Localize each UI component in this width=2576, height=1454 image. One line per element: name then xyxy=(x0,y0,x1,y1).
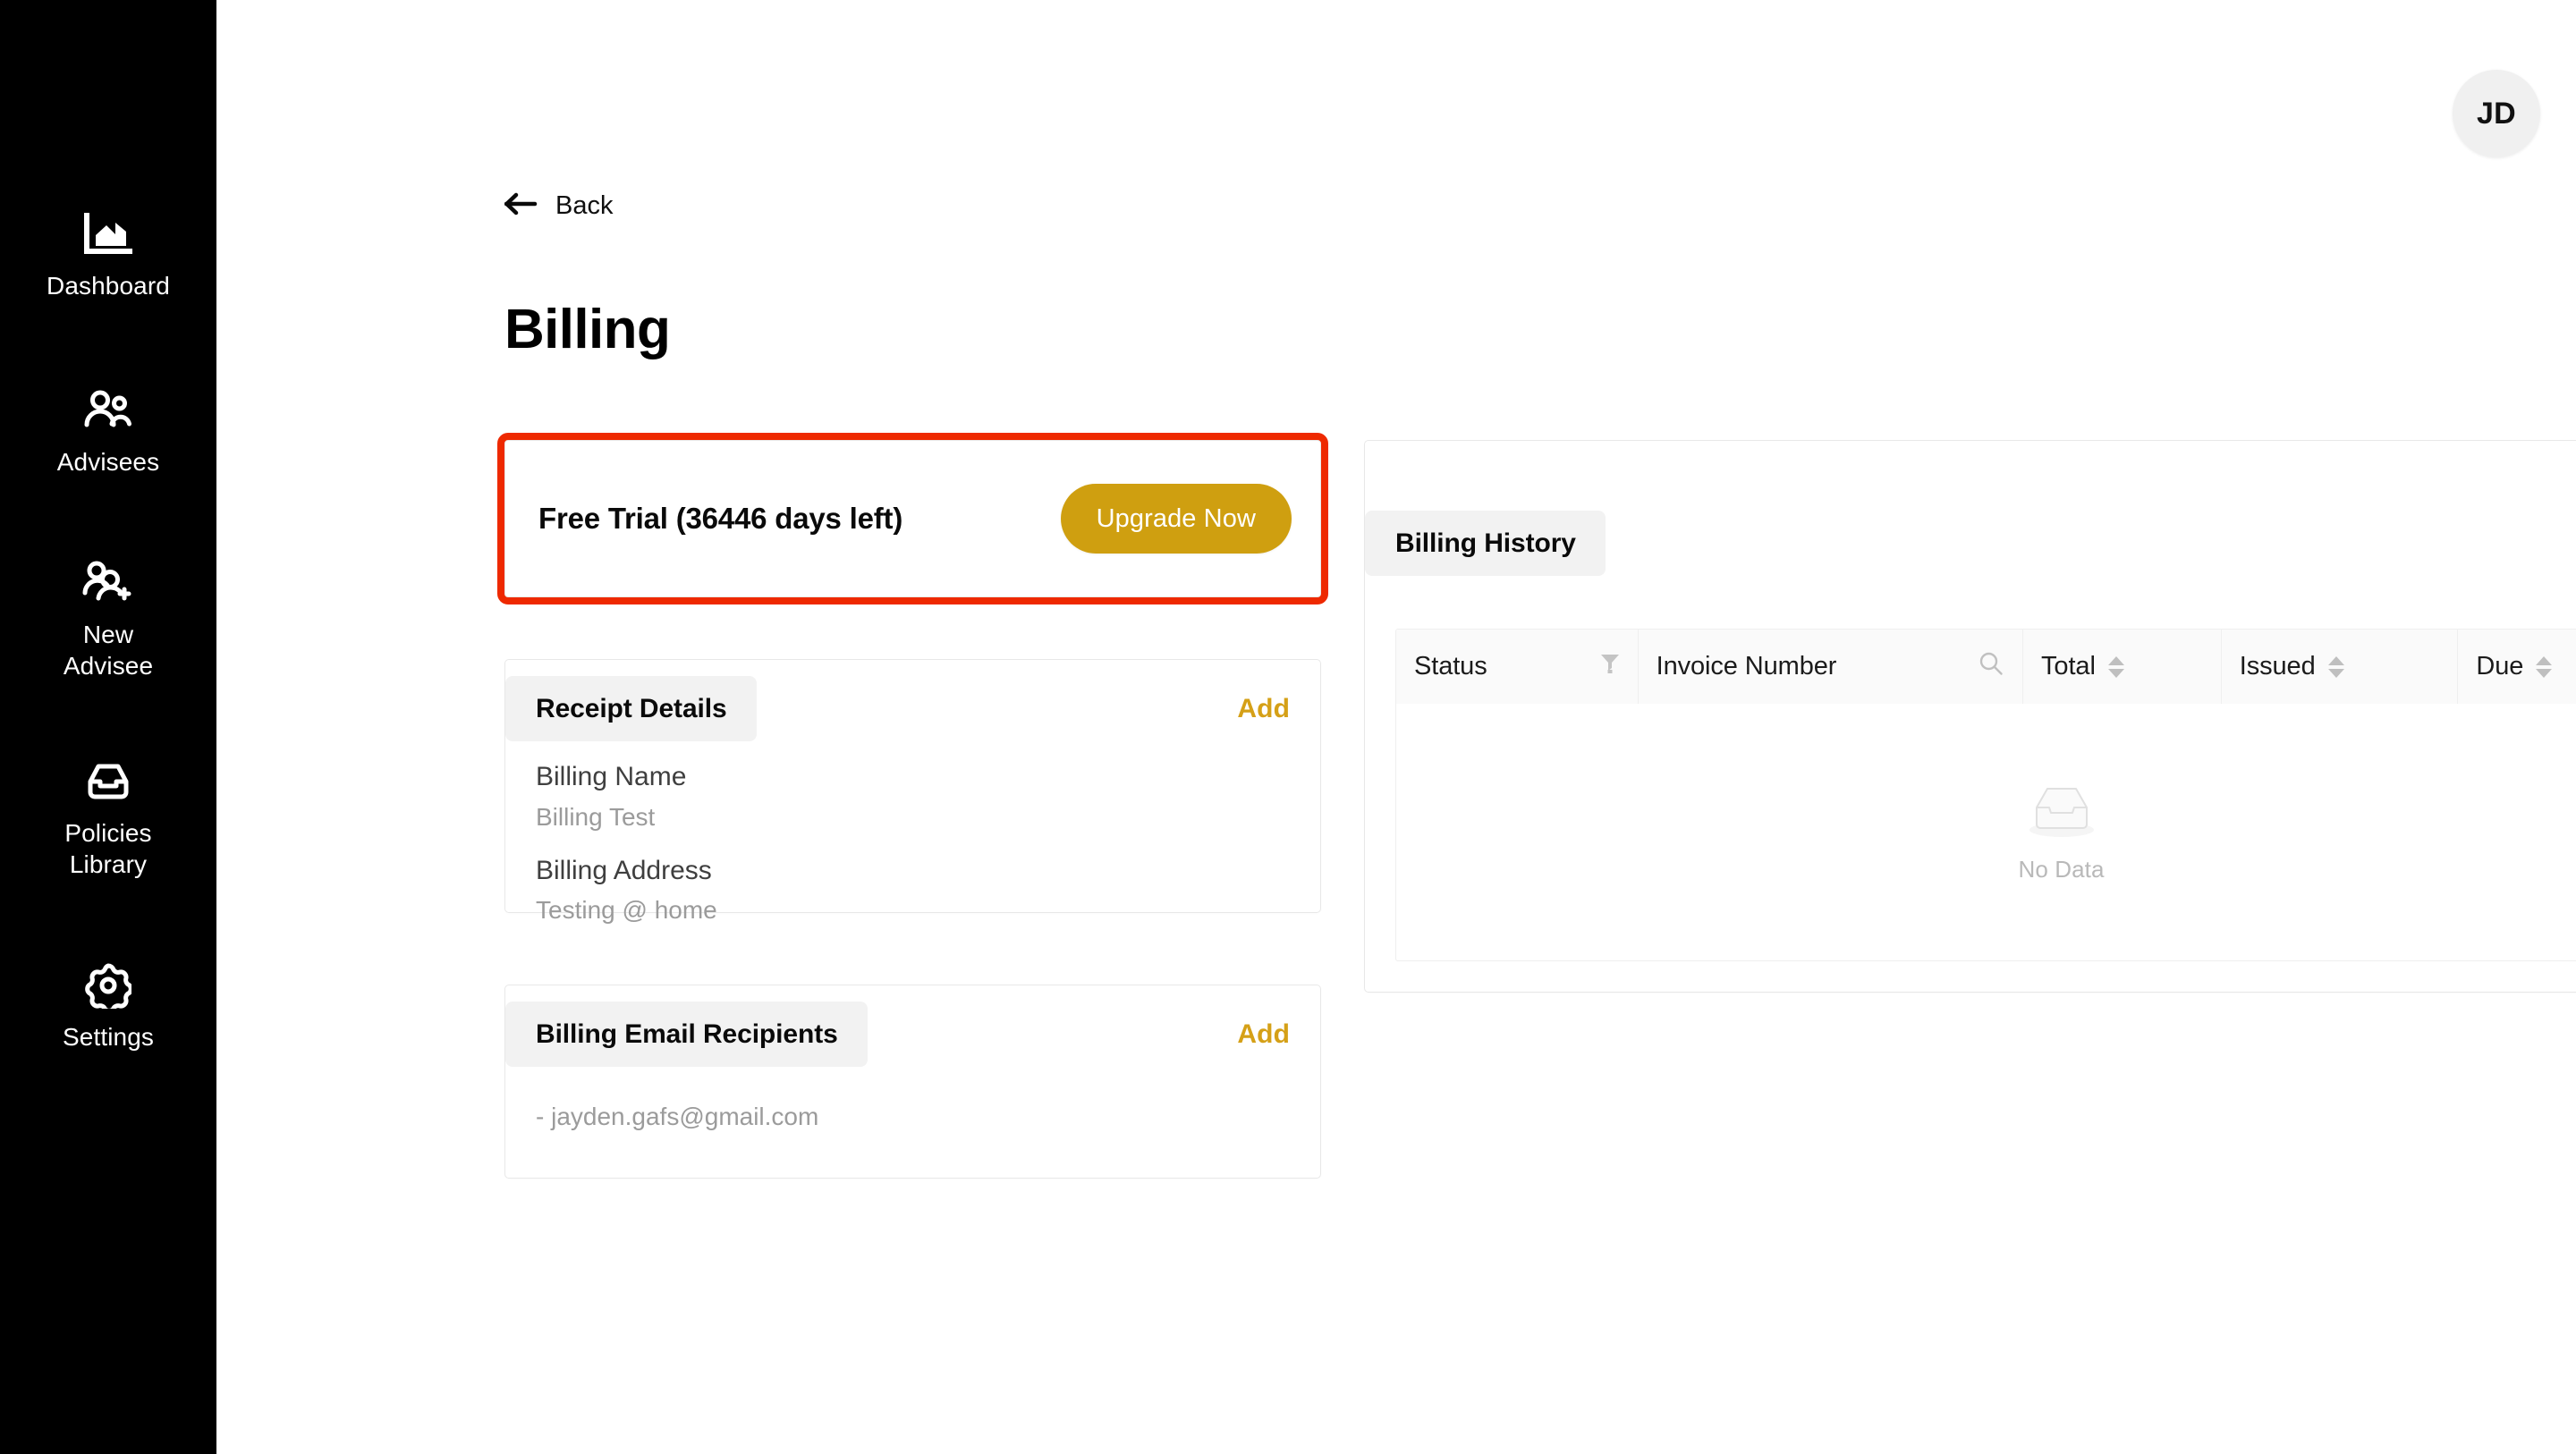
billing-history-title: Billing History xyxy=(1365,511,1606,576)
column-header-total[interactable]: Total xyxy=(2023,630,2222,704)
billing-email-recipients-panel: Billing Email Recipients Add - jayden.ga… xyxy=(504,985,1321,1179)
column-label: Issued xyxy=(2239,652,2316,681)
billing-email-recipients-title: Billing Email Recipients xyxy=(505,1002,868,1067)
column-header-status[interactable]: Status xyxy=(1396,630,1639,704)
column-label: Invoice Number xyxy=(1656,652,1837,681)
inbox-icon xyxy=(85,755,131,808)
empty-state: No Data xyxy=(2018,782,2104,883)
person-add-icon xyxy=(82,556,134,610)
back-label: Back xyxy=(555,191,614,220)
field-label: Billing Address xyxy=(536,855,712,885)
gear-icon xyxy=(85,959,131,1012)
field-billing-address: Billing Address Testing @ home xyxy=(536,854,1290,926)
column-label: Total xyxy=(2041,652,2096,681)
field-value: Billing Test xyxy=(536,802,656,831)
sort-carets-icon[interactable] xyxy=(2107,655,2124,678)
sidebar-item-label: Dashboard xyxy=(47,272,170,300)
empty-state-label: No Data xyxy=(2018,856,2105,883)
field-billing-name: Billing Name Billing Test xyxy=(536,760,1290,833)
receipt-details-header: Receipt Details Add xyxy=(505,660,1320,741)
column-header-due[interactable]: Due xyxy=(2458,630,2576,704)
receipt-details-title: Receipt Details xyxy=(505,676,757,741)
receipt-details-panel: Receipt Details Add Billing Name Billing… xyxy=(504,659,1321,924)
table-body: No Data xyxy=(1396,704,2576,960)
billing-history-panel: Billing History Status Invoice Number To… xyxy=(1364,440,2576,993)
left-column: Free Trial (36446 days left) Upgrade Now… xyxy=(497,433,1328,1179)
people-icon xyxy=(83,384,133,437)
sidebar-item-new-advisee[interactable]: New Advisee xyxy=(0,556,216,681)
billing-email-recipients-add-button[interactable]: Add xyxy=(1237,1019,1290,1050)
sort-carets-icon[interactable] xyxy=(2536,655,2553,678)
main-content: Back Billing Free Trial (36446 days left… xyxy=(216,0,2576,1454)
arrow-left-icon xyxy=(504,192,540,220)
list-item: - jayden.gafs@gmail.com xyxy=(536,1103,819,1130)
column-header-issued[interactable]: Issued xyxy=(2221,630,2459,704)
billing-email-recipients-body: - jayden.gafs@gmail.com xyxy=(505,1101,1320,1132)
field-label: Billing Name xyxy=(536,762,687,791)
table-header-row: Status Invoice Number Total Issued Due xyxy=(1396,630,2576,704)
sidebar-item-policies-library[interactable]: Policies Library xyxy=(0,755,216,880)
empty-inbox-icon xyxy=(2022,782,2101,845)
column-label: Due xyxy=(2476,652,2524,681)
column-label: Status xyxy=(1414,652,1487,681)
back-button[interactable]: Back xyxy=(504,192,613,220)
billing-email-recipients-header: Billing Email Recipients Add xyxy=(505,985,1320,1067)
billing-history-table: Status Invoice Number Total Issued Due N… xyxy=(1395,629,2576,961)
sidebar-item-label: New Advisee xyxy=(63,621,154,680)
free-trial-banner: Free Trial (36446 days left) Upgrade Now xyxy=(497,433,1328,604)
sidebar-item-settings[interactable]: Settings xyxy=(0,959,216,1052)
sidebar-item-label: Advisees xyxy=(56,448,160,476)
sidebar-item-advisees[interactable]: Advisees xyxy=(0,384,216,478)
page-title: Billing xyxy=(504,299,671,360)
sidebar-item-label: Policies Library xyxy=(64,819,152,878)
sidebar-item-label: Settings xyxy=(63,1023,154,1051)
receipt-details-body: Billing Name Billing Test Billing Addres… xyxy=(505,760,1320,926)
column-header-invoice-number[interactable]: Invoice Number xyxy=(1638,630,2024,704)
free-trial-label: Free Trial (36446 days left) xyxy=(538,502,903,535)
receipt-details-add-button[interactable]: Add xyxy=(1237,694,1290,724)
sidebar-item-dashboard[interactable]: Dashboard xyxy=(0,207,216,301)
upgrade-now-button[interactable]: Upgrade Now xyxy=(1060,484,1292,554)
field-value: Testing @ home xyxy=(536,896,717,924)
sidebar: Dashboard Advisees New Advisee Policies … xyxy=(0,0,216,1454)
dashboard-chart-icon xyxy=(83,207,133,261)
billing-page: Dashboard Advisees New Advisee Policies … xyxy=(0,0,2576,1454)
sort-carets-icon[interactable] xyxy=(2327,655,2344,678)
search-icon[interactable] xyxy=(1978,650,2004,684)
filter-icon[interactable] xyxy=(1600,652,1620,681)
